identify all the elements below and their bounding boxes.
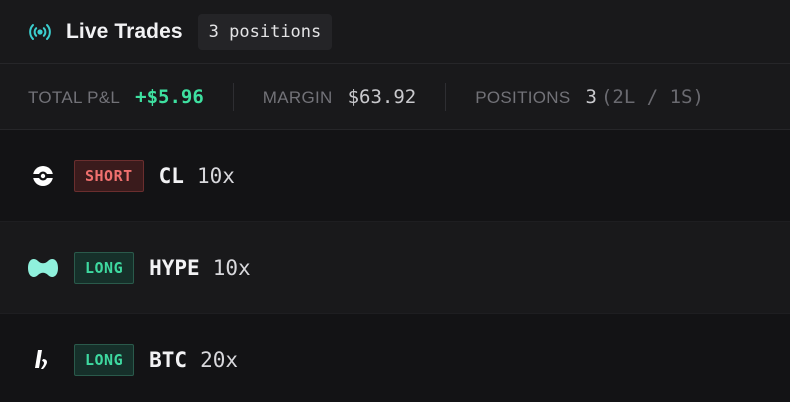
total-pnl-stat: TOTAL P&L +$5.96 <box>28 86 204 108</box>
position-symbol: HYPE <box>149 255 200 280</box>
position-row-hype[interactable]: LONG HYPE 10x <box>0 222 790 314</box>
hype-icon <box>26 251 60 285</box>
position-symbol: BTC <box>149 347 188 372</box>
side-badge-long: LONG <box>74 251 135 284</box>
live-trades-panel: Live Trades 3 positions TOTAL P&L +$5.96… <box>0 0 790 402</box>
side-badge-long: LONG <box>74 343 135 376</box>
panel-header: Live Trades 3 positions <box>0 0 790 64</box>
positions-value: 3 <box>585 85 597 108</box>
margin-label: MARGIN <box>262 87 333 107</box>
divider <box>232 82 234 111</box>
cl-oil-icon <box>26 159 60 193</box>
position-leverage: 10x <box>212 255 251 280</box>
page-title: Live Trades <box>66 19 183 43</box>
margin-stat: MARGIN $63.92 <box>263 86 416 108</box>
side-badge-short: SHORT <box>74 159 144 192</box>
positions-breakdown: (2L / 1S) <box>600 85 704 108</box>
position-row-cl[interactable]: SHORT CL 10x <box>0 130 790 222</box>
positions-label: POSITIONS <box>475 87 571 107</box>
position-leverage: 10x <box>196 163 235 188</box>
margin-value: $63.92 <box>347 85 417 108</box>
total-pnl-label: TOTAL P&L <box>28 87 121 107</box>
position-leverage: 20x <box>200 347 238 372</box>
positions-stat: POSITIONS 3 (2L / 1S) <box>475 86 704 108</box>
position-symbol: CL <box>158 163 184 188</box>
broadcast-icon <box>27 19 53 45</box>
divider <box>445 82 447 111</box>
position-row-btc[interactable]: LONG BTC 20x <box>0 314 790 402</box>
total-pnl-value: +$5.96 <box>135 85 204 108</box>
btc-icon <box>26 343 60 377</box>
summary-bar: TOTAL P&L +$5.96 MARGIN $63.92 POSITIONS… <box>0 64 790 130</box>
positions-count-badge: 3 positions <box>197 13 333 50</box>
